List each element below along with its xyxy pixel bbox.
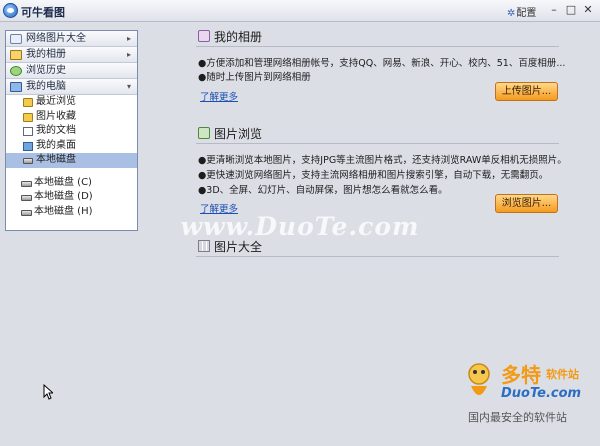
logo-url: DuoTe.com [501,386,582,401]
logo-slogan: 国内最安全的软件站 [468,411,567,424]
drive-icon [23,158,33,164]
browse-feature-line: ●3D、全屏、幻灯片、自动屏保，图片想怎么看就怎么看。 [198,185,448,196]
computer-icon [10,82,22,92]
sidebar-item-label: 我的文档 [36,125,76,136]
sidebar-item-documents[interactable]: 我的文档 [6,124,137,139]
logo-brand: 多特 [501,363,541,387]
sidebar-item-my-album[interactable]: 我的相册 ▸ [6,47,137,63]
mascot-icon [468,363,490,395]
main-panel: 网络图片大全 ▸ 我的相册 ▸ 浏览历史 我的电脑 ▾ 最近浏览 图片收藏 我的… [0,22,600,446]
sidebar-item-label: 本地磁盘 (D) [34,191,93,202]
sidebar-item-label: 图片收藏 [36,110,76,122]
drive-icon [21,195,32,201]
folder-icon [23,112,33,122]
album-feature-line: ●随时上传图片到网络相册 [198,72,311,83]
album-icon [198,30,210,42]
app-title: 可牛看图 [21,6,65,19]
sidebar-item-my-computer[interactable]: 我的电脑 ▾ [6,79,137,95]
sidebar-item-label: 我的相册 [26,49,66,60]
section-divider [196,46,559,47]
sidebar-item-favorites[interactable]: 图片收藏 [6,110,137,125]
maximize-button[interactable]: □ [563,3,579,18]
drive-icon [21,180,32,187]
minimize-button[interactable]: – [546,3,562,18]
image-icon [198,127,210,139]
grid-icon [198,240,210,252]
sidebar-item-label: 我的桌面 [36,139,76,151]
browse-feature-line: ●更快速浏览网络图片，支持主流网络相册和图片搜索引擎，自动下载，无需翻页。 [198,170,549,181]
sidebar-item-web-gallery[interactable]: 网络图片大全 ▸ [6,31,137,47]
watermark-text: www.DuoTe.com [180,212,420,241]
mouse-cursor-icon [43,384,53,400]
sidebar-item-label: 网络图片大全 [26,33,86,44]
album-icon [10,50,22,60]
sidebar-item-drive-d[interactable]: 本地磁盘 (D) [6,190,137,205]
sidebar-item-label: 本地磁盘 [36,154,76,165]
sidebar-item-drive-c[interactable]: 本地磁盘 (C) [6,176,137,191]
sidebar-item-recent[interactable]: 最近浏览 [6,95,137,110]
album-learn-more-link[interactable]: 了解更多 [200,89,238,103]
sidebar-item-label: 浏览历史 [26,65,66,76]
chevron-right-icon: ▸ [126,50,131,59]
browse-images-button[interactable]: 浏览图片... [495,194,558,213]
chevron-right-icon: ▸ [126,34,131,43]
sidebar: 网络图片大全 ▸ 我的相册 ▸ 浏览历史 我的电脑 ▾ 最近浏览 图片收藏 我的… [5,30,138,231]
app-logo-icon [3,3,18,18]
album-feature-line: ●方便添加和管理网络相册帐号，支持QQ、网易、新浪、开心、校内、51、百度相册.… [198,58,566,69]
upload-images-button[interactable]: 上传图片... [495,82,558,101]
close-button[interactable]: ✕ [580,3,596,18]
logo-subtitle: 软件站 [546,368,579,381]
sidebar-item-local-disk[interactable]: 本地磁盘 [6,153,137,168]
sidebar-item-desktop[interactable]: 我的桌面 [6,139,137,154]
browse-feature-line: ●更清晰浏览本地图片，支持JPG等主流图片格式，还支持浏览RAW单反相机无损照片… [198,155,567,166]
document-icon [23,127,33,136]
section-divider [196,143,559,144]
title-bar: 可牛看图 ✲配置 – □ ✕ [0,0,600,22]
chevron-down-icon: ▾ [126,82,131,91]
sidebar-item-label: 最近浏览 [36,96,76,107]
browse-section-title: 图片浏览 [214,127,263,141]
history-icon [10,66,22,76]
gear-icon: ✲ [507,8,516,19]
desktop-icon [23,141,33,151]
config-menu[interactable]: ✲配置 [507,4,536,19]
sidebar-item-history[interactable]: 浏览历史 [6,63,137,79]
section-divider [196,256,559,257]
album-section-title: 我的相册 [214,30,263,44]
folder-icon [23,98,33,107]
config-label: 配置 [516,8,537,19]
site-logo: 多特 软件站 DuoTe.com 国内最安全的软件站 [441,356,591,430]
sidebar-item-label: 本地磁盘 (C) [34,176,92,188]
globe-icon [10,34,22,44]
sidebar-item-label: 我的电脑 [26,81,66,92]
